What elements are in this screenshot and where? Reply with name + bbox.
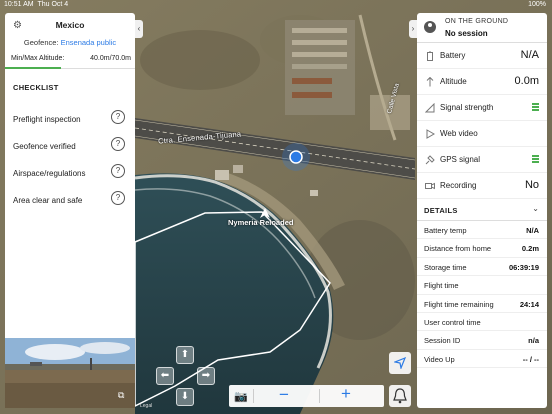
dpad-left-button[interactable]: ⬅ (156, 367, 174, 385)
altitude-info: Min/Max Altitude: 40.0m/70.0m (11, 55, 131, 62)
telemetry-gps: GPS signal (417, 147, 547, 173)
session-status: No session (445, 29, 488, 38)
detail-row: Flight time (417, 276, 547, 295)
detail-row: Storage time 06:39:19 (417, 258, 547, 277)
status-time: 10:51 AM Thu Oct 4 (4, 1, 69, 8)
location-title: Mexico (55, 20, 85, 30)
detail-row: User control time (417, 313, 547, 332)
telemetry-battery: Battery N/A (417, 43, 547, 69)
drone-name-label: Nymeria Reloaded (228, 218, 294, 227)
signal-icon (425, 103, 435, 113)
mission-header: ⚙ Mexico Geofence: Ensenada public Min/M… (5, 13, 135, 69)
expand-icon[interactable]: ⧉ (118, 390, 124, 401)
navigation-arrow-icon (392, 356, 407, 371)
dpad-down-button[interactable]: ⬇ (176, 388, 194, 406)
telemetry-recording: Recording No (417, 173, 547, 199)
detail-row: Battery temp N/A (417, 221, 547, 240)
detail-row: Distance from home 0.2m (417, 239, 547, 258)
altitude-icon (426, 77, 434, 87)
play-icon (426, 129, 435, 139)
chevron-down-icon[interactable]: ⌄ (532, 204, 539, 213)
locate-button[interactable] (389, 352, 411, 374)
zoom-out-button[interactable]: − (279, 385, 289, 405)
checklist-item[interactable]: Airspace/regulations ? (5, 160, 135, 187)
dpad-up-button[interactable]: ⬆ (176, 346, 194, 364)
left-panel: ⚙ Mexico Geofence: Ensenada public Min/M… (5, 13, 135, 343)
legal-link[interactable]: Legal (140, 403, 152, 409)
detail-row: Session ID n/a (417, 331, 547, 350)
battery-icon (427, 51, 433, 61)
gps-icon (425, 155, 435, 165)
help-icon[interactable]: ? (111, 164, 125, 178)
flight-status-header: ON THE GROUND No session (417, 13, 547, 43)
checklist-item[interactable]: Preflight inspection ? (5, 106, 135, 133)
camera-icon[interactable]: 📷 (234, 390, 248, 403)
help-icon[interactable]: ? (111, 191, 125, 205)
help-icon[interactable]: ? (111, 137, 125, 151)
details-toggle[interactable]: DETAILS ⌄ (417, 199, 547, 221)
signal-bars-icon (532, 103, 539, 113)
checklist-item[interactable]: Geofence verified ? (5, 133, 135, 160)
readiness-bar (5, 67, 61, 69)
geofence-info: Geofence: Ensenada public (23, 38, 117, 47)
flight-state: ON THE GROUND (445, 18, 509, 25)
video-thumbnail[interactable] (5, 338, 135, 408)
detail-row: Flight time remaining 24:14 (417, 295, 547, 313)
gps-bars-icon (532, 155, 539, 165)
geofence-link[interactable]: Ensenada public (61, 38, 116, 47)
collapse-left-icon[interactable]: ‹ (135, 20, 143, 38)
status-bar: 10:51 AM Thu Oct 4 100% (0, 0, 552, 10)
user-location-icon (289, 150, 303, 164)
zoom-in-button[interactable]: + (341, 384, 351, 404)
right-panel: ON THE GROUND No session Battery N/A Alt… (417, 13, 547, 408)
detail-row: Video Up -- / -- (417, 350, 547, 369)
zoom-toolbar: 📷 − + (229, 384, 384, 407)
checklist-item[interactable]: Area clear and safe ? (5, 187, 135, 214)
telemetry-signal: Signal strength (417, 95, 547, 121)
dpad-right-button[interactable]: ➡ (197, 367, 215, 385)
record-icon (425, 182, 435, 190)
collapse-right-icon[interactable]: › (409, 20, 417, 38)
checklist-title: CHECKLIST (13, 83, 59, 92)
bell-icon (393, 388, 407, 404)
avatar-icon[interactable] (424, 21, 436, 33)
status-battery: 100% (528, 1, 546, 8)
telemetry-web-video[interactable]: Web video (417, 121, 547, 147)
help-icon[interactable]: ? (111, 110, 125, 124)
telemetry-altitude: Altitude 0.0m (417, 69, 547, 95)
alarm-button[interactable] (389, 385, 411, 407)
